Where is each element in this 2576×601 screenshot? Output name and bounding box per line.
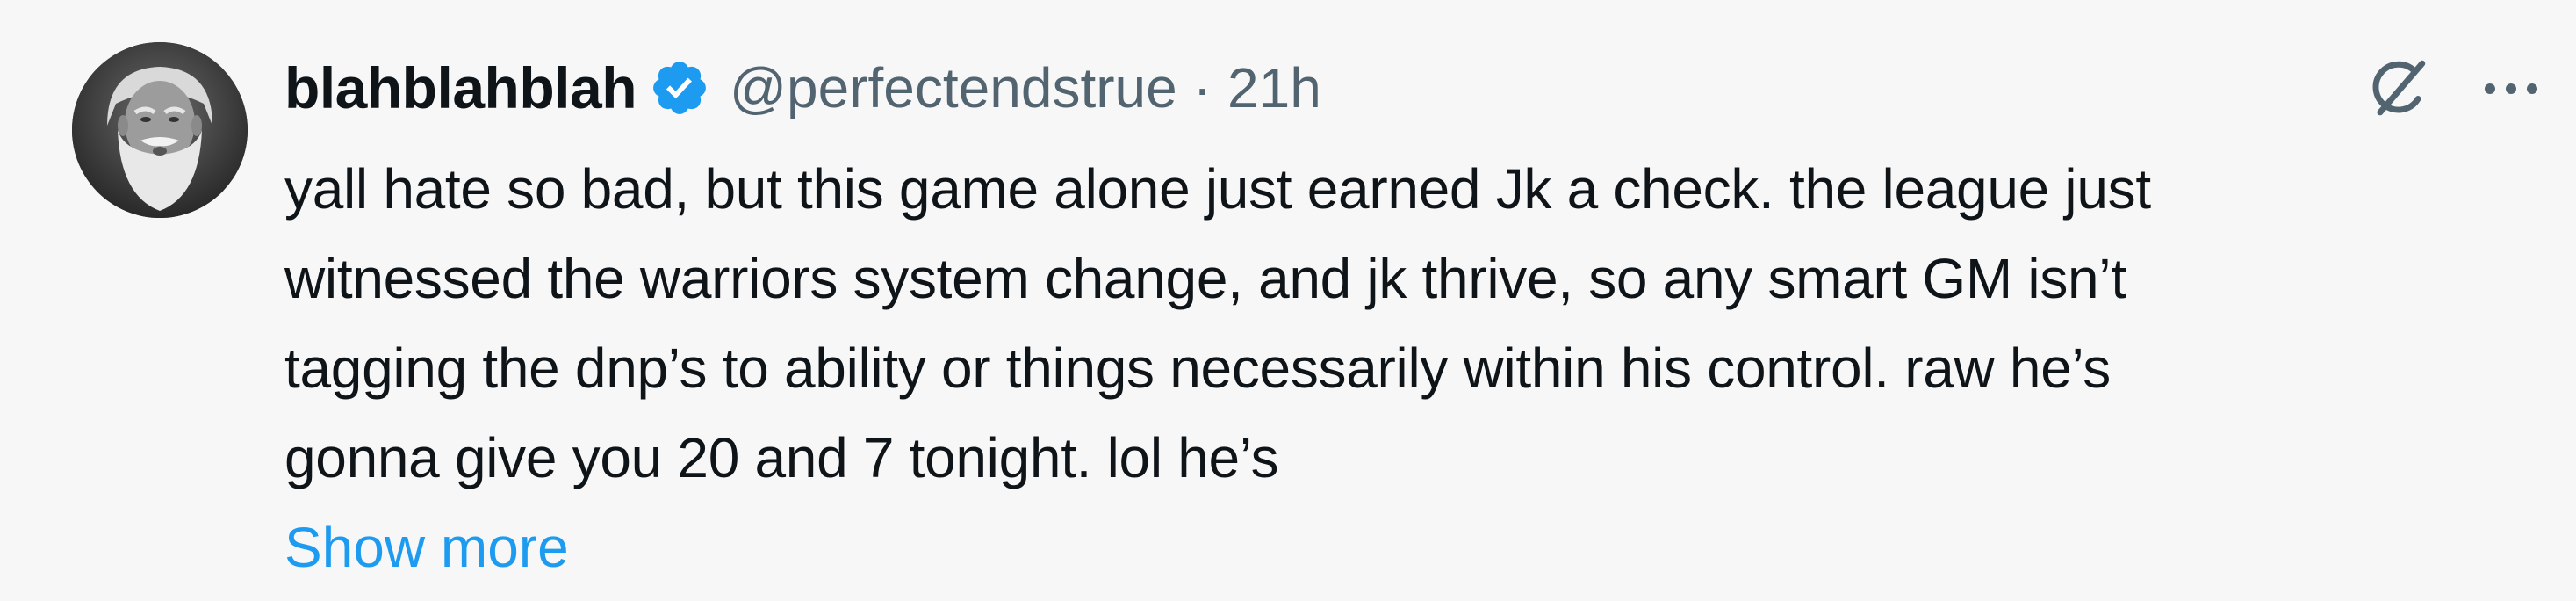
grok-icon[interactable] bbox=[2358, 48, 2439, 129]
tweet-header: blahblahblah @perfectendstrue · 21h bbox=[284, 46, 1321, 130]
tweet-text-line: yall hate so bad, but this game alone ju… bbox=[284, 157, 2151, 221]
verified-badge-icon[interactable] bbox=[649, 57, 710, 119]
tweet-text-line: tagging the dnp’s to ability or things n… bbox=[284, 337, 2111, 400]
show-more-link[interactable]: Show more bbox=[284, 503, 569, 592]
author-handle[interactable]: @perfectendstrue bbox=[730, 55, 1177, 120]
tweet-text-line: gonna give you 20 and 7 tonight. lol he’… bbox=[284, 426, 1279, 489]
avatar-image bbox=[72, 42, 248, 218]
author-avatar[interactable] bbox=[72, 42, 248, 218]
tweet-text: yall hate so bad, but this game alone ju… bbox=[284, 144, 2532, 592]
author-display-name[interactable]: blahblahblah bbox=[284, 54, 637, 121]
tweet-meta: @perfectendstrue · 21h bbox=[730, 55, 1321, 120]
meta-separator: · bbox=[1192, 56, 1212, 119]
more-options-icon[interactable] bbox=[2483, 80, 2539, 98]
tweet-card[interactable]: blahblahblah @perfectendstrue · 21h yall… bbox=[0, 0, 2576, 601]
tweet-timestamp[interactable]: 21h bbox=[1227, 55, 1321, 120]
tweet-text-line: witnessed the warriors system change, an… bbox=[284, 247, 2126, 310]
tweet-actions bbox=[2358, 49, 2539, 128]
